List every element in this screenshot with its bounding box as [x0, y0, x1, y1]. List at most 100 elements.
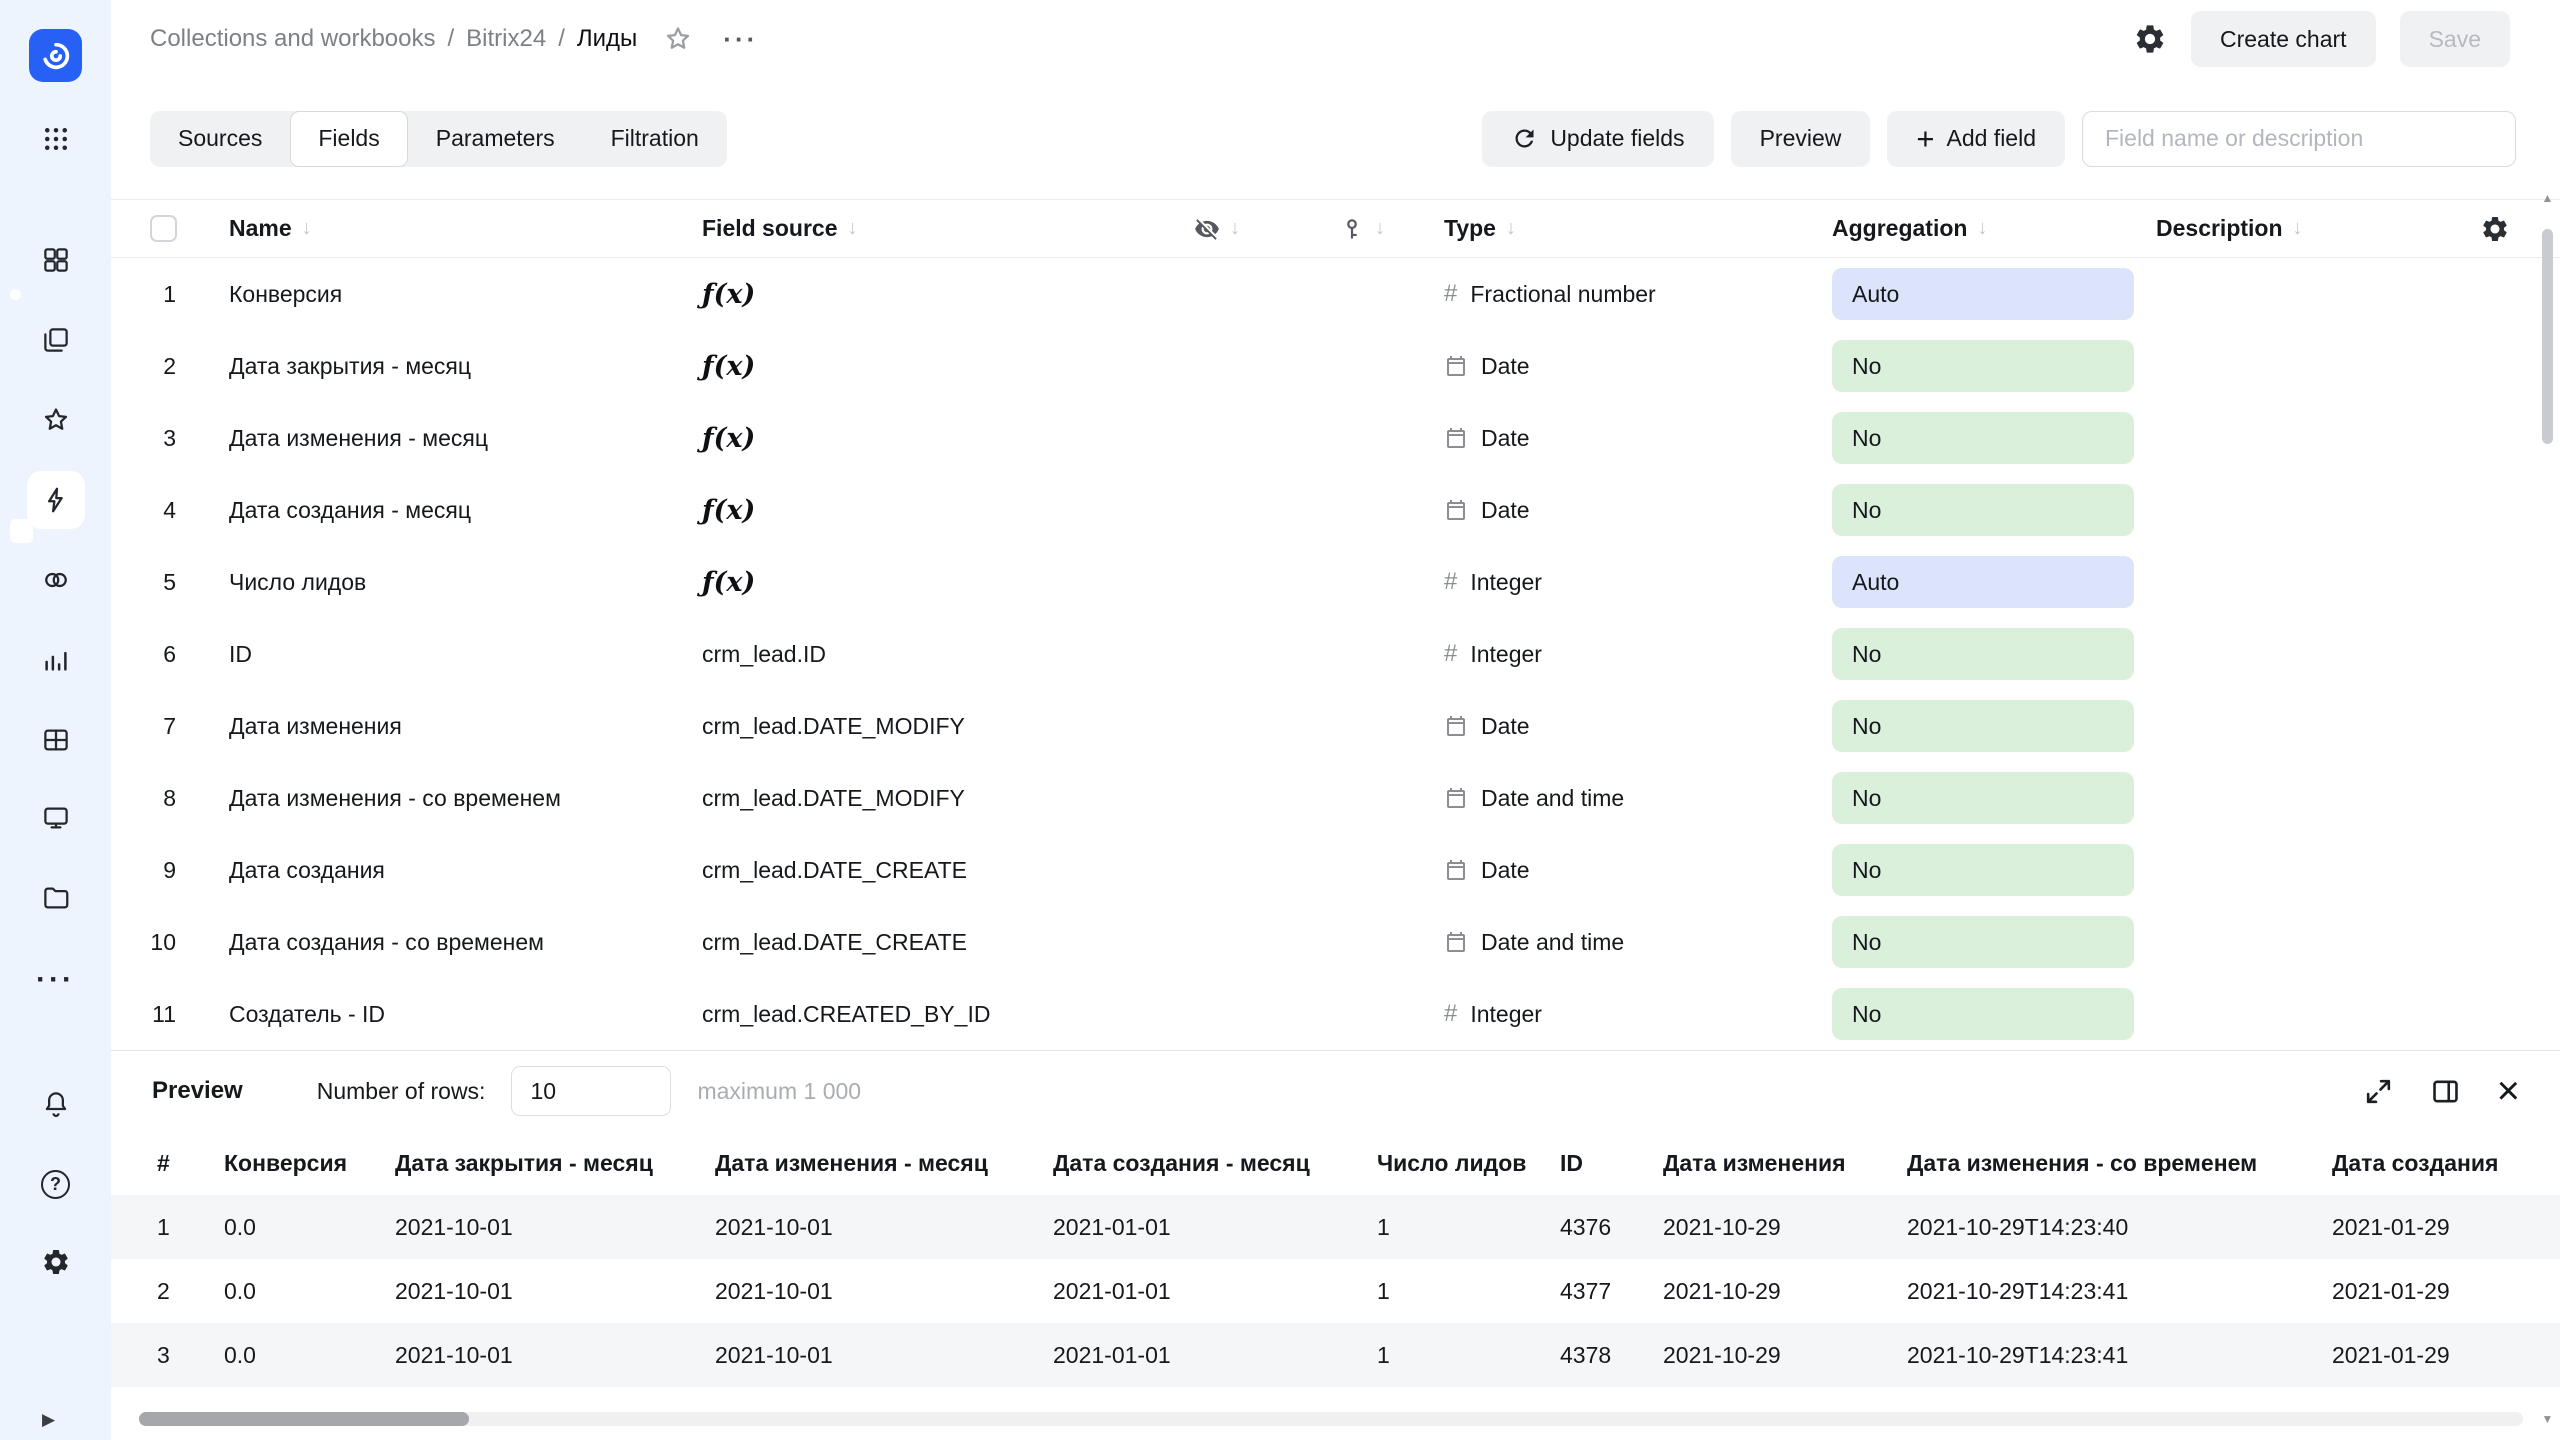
aggregation-select[interactable]: No: [1832, 988, 2134, 1040]
add-field-button[interactable]: + Add field: [1887, 111, 2065, 167]
scroll-down-icon[interactable]: ▼: [2541, 1412, 2554, 1426]
breadcrumb-collections[interactable]: Collections and workbooks: [150, 25, 435, 53]
aggregation-select[interactable]: No: [1832, 916, 2134, 968]
field-type[interactable]: Date and time: [1481, 785, 1624, 812]
field-row[interactable]: 6 ID ƒ(x) crm_lead.ID #: [111, 618, 2560, 690]
dock-preview-button[interactable]: [2430, 1076, 2461, 1107]
sidebar-item-workbooks[interactable]: [27, 311, 85, 369]
preview-toggle-button[interactable]: Preview: [1731, 111, 1871, 167]
column-header-source[interactable]: Field source↓: [702, 215, 1194, 242]
sidebar-item-collections[interactable]: [27, 231, 85, 289]
settings-button[interactable]: [27, 1233, 85, 1291]
sidebar-item-more[interactable]: ···: [27, 951, 85, 1009]
aggregation-select[interactable]: No: [1832, 412, 2134, 464]
vertical-scrollbar-thumb[interactable]: [2542, 229, 2553, 444]
horizontal-scrollbar-thumb[interactable]: [139, 1412, 469, 1426]
horizontal-scrollbar[interactable]: [139, 1412, 2523, 1426]
collections-icon: [41, 245, 71, 275]
aggregation-select[interactable]: Auto: [1832, 268, 2134, 320]
apps-grid-icon[interactable]: [27, 110, 85, 168]
field-row[interactable]: 7 Дата изменения ƒ(x) crm_lead.DATE_MODI…: [111, 690, 2560, 762]
field-type[interactable]: Fractional number: [1470, 281, 1655, 308]
create-chart-button[interactable]: Create chart: [2191, 11, 2376, 67]
field-type[interactable]: Integer: [1470, 641, 1542, 668]
field-name[interactable]: Число лидов: [229, 569, 366, 596]
select-all-checkbox[interactable]: [150, 215, 177, 242]
aggregation-select[interactable]: No: [1832, 700, 2134, 752]
column-header-name[interactable]: Name↓: [229, 215, 702, 242]
formula-icon: ƒ(x): [702, 351, 755, 382]
more-actions-button[interactable]: ···: [723, 24, 758, 55]
tab-fields[interactable]: Fields: [290, 111, 407, 167]
update-fields-button[interactable]: Update fields: [1482, 111, 1713, 167]
tab-filtration[interactable]: Filtration: [583, 111, 727, 167]
scroll-up-icon[interactable]: ▲: [2541, 191, 2554, 205]
field-type[interactable]: Date and time: [1481, 929, 1624, 956]
field-row[interactable]: 8 Дата изменения - со временем ƒ(x) crm_…: [111, 762, 2560, 834]
aggregation-select[interactable]: No: [1832, 844, 2134, 896]
sidebar-item-connections[interactable]: [27, 471, 85, 529]
field-row[interactable]: 11 Создатель - ID ƒ(x) crm_lead.CREATED_…: [111, 978, 2560, 1050]
rows-max-hint: maximum 1 000: [697, 1078, 861, 1105]
column-header-hidden[interactable]: ↓: [1194, 216, 1339, 242]
expand-preview-button[interactable]: [2363, 1076, 2394, 1107]
vertical-scrollbar[interactable]: [2541, 207, 2554, 1416]
column-header-aggregation[interactable]: Aggregation↓: [1832, 215, 2156, 242]
favorite-star-icon[interactable]: [663, 24, 693, 54]
tab-parameters[interactable]: Parameters: [408, 111, 583, 167]
field-name[interactable]: Конверсия: [229, 281, 342, 308]
breadcrumb-workbook[interactable]: Bitrix24: [466, 25, 546, 53]
sidebar-item-tables[interactable]: [27, 711, 85, 769]
field-type[interactable]: Date: [1481, 425, 1530, 452]
sidebar-item-datasets[interactable]: [27, 551, 85, 609]
field-type[interactable]: Date: [1481, 497, 1530, 524]
field-name[interactable]: Дата изменения - месяц: [229, 425, 488, 452]
datalens-logo[interactable]: [29, 29, 82, 82]
aggregation-select[interactable]: No: [1832, 772, 2134, 824]
field-name[interactable]: Дата создания - месяц: [229, 497, 471, 524]
aggregation-select[interactable]: Auto: [1832, 556, 2134, 608]
sidebar-item-charts[interactable]: [27, 631, 85, 689]
field-type[interactable]: Date: [1481, 713, 1530, 740]
close-preview-button[interactable]: ×: [2497, 1076, 2520, 1107]
field-row[interactable]: 10 Дата создания - со временем ƒ(x) crm_…: [111, 906, 2560, 978]
field-row[interactable]: 9 Дата создания ƒ(x) crm_lead.DATE_CREAT…: [111, 834, 2560, 906]
aggregation-select[interactable]: No: [1832, 340, 2134, 392]
field-type[interactable]: Integer: [1470, 1001, 1542, 1028]
aggregation-select[interactable]: No: [1832, 628, 2134, 680]
field-row[interactable]: 3 Дата изменения - месяц ƒ(x) #: [111, 402, 2560, 474]
aggregation-cell: No: [1832, 700, 2156, 752]
field-name[interactable]: Дата изменения - со временем: [229, 785, 561, 812]
save-button[interactable]: Save: [2400, 11, 2510, 67]
field-type[interactable]: Integer: [1470, 569, 1542, 596]
sidebar-item-favorites[interactable]: [27, 391, 85, 449]
sidebar-item-files[interactable]: [27, 869, 85, 927]
field-name[interactable]: Создатель - ID: [229, 1001, 385, 1028]
help-button[interactable]: ?: [27, 1155, 85, 1213]
field-row[interactable]: 4 Дата создания - месяц ƒ(x) #: [111, 474, 2560, 546]
field-name[interactable]: Дата закрытия - месяц: [229, 353, 471, 380]
field-name[interactable]: Дата создания - со временем: [229, 929, 544, 956]
field-row[interactable]: 2 Дата закрытия - месяц ƒ(x) #: [111, 330, 2560, 402]
notifications-button[interactable]: [27, 1075, 85, 1133]
field-type[interactable]: Date: [1481, 857, 1530, 884]
columns-settings-button[interactable]: [2480, 214, 2510, 244]
field-name[interactable]: ID: [229, 641, 252, 668]
field-row[interactable]: 5 Число лидов ƒ(x) #: [111, 546, 2560, 618]
rows-count-input[interactable]: [511, 1066, 671, 1116]
field-name-cell: Конверсия: [229, 281, 702, 308]
sidebar-item-dashboards[interactable]: [27, 789, 85, 847]
sidebar-collapse-button[interactable]: ▶: [42, 1410, 55, 1430]
column-header-type[interactable]: Type↓: [1444, 215, 1832, 242]
field-row[interactable]: 1 Конверсия ƒ(x) #: [111, 258, 2560, 330]
field-type[interactable]: Date: [1481, 353, 1530, 380]
dataset-settings-button[interactable]: [2133, 22, 2167, 56]
field-name[interactable]: Дата изменения: [229, 713, 402, 740]
column-header-description[interactable]: Description↓: [2156, 215, 2406, 242]
column-header-key[interactable]: ↓: [1339, 216, 1444, 242]
number-type-icon: #: [1444, 640, 1457, 668]
field-name[interactable]: Дата создания: [229, 857, 385, 884]
field-search-input[interactable]: [2082, 111, 2516, 167]
aggregation-select[interactable]: No: [1832, 484, 2134, 536]
tab-sources[interactable]: Sources: [150, 111, 290, 167]
